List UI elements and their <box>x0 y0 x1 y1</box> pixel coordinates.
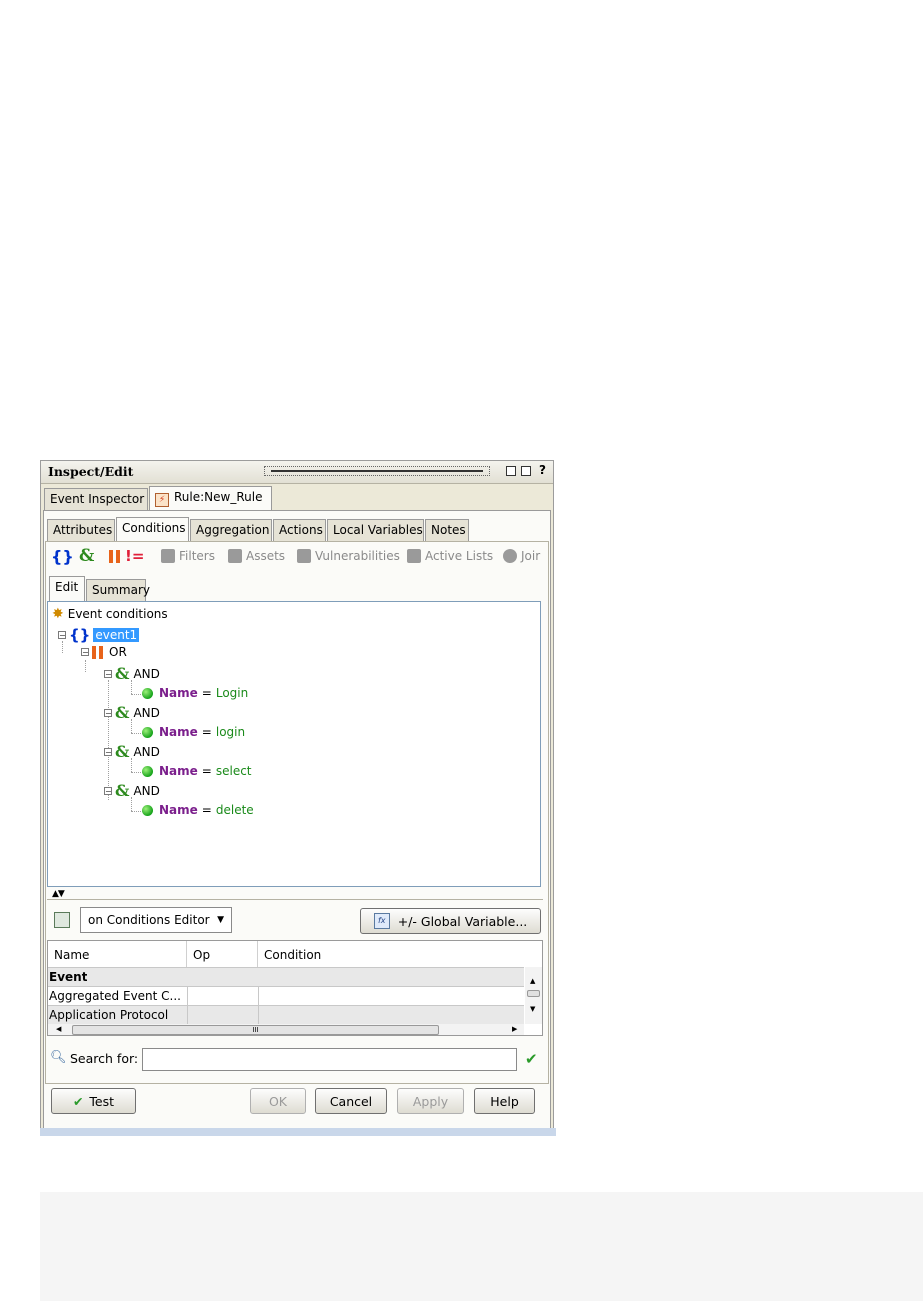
join-button[interactable]: Joir <box>503 549 540 563</box>
editor-select[interactable]: on Conditions Editor ▼ <box>80 907 232 933</box>
window-title: Inspect/Edit <box>48 464 134 479</box>
condition-icon <box>142 726 153 738</box>
restore-icon[interactable] <box>506 466 516 476</box>
global-variable-button[interactable]: fx +/- Global Variable... <box>360 908 541 934</box>
vulnerabilities-button[interactable]: Vulnerabilities <box>297 549 400 563</box>
condition-tree[interactable]: ✸ Event conditions − {} event1 − OR − & … <box>47 601 541 887</box>
horizontal-scrollbar[interactable]: ◀ III ▶ <box>48 1024 524 1035</box>
tree-node-condition[interactable]: Name = select <box>142 764 252 778</box>
scroll-up-icon[interactable]: ▲ <box>530 977 535 985</box>
tab-actions[interactable]: Actions <box>273 519 326 541</box>
add-event-button[interactable]: {} <box>51 547 74 566</box>
or-icon <box>92 645 104 659</box>
table-row[interactable]: Aggregated Event C... <box>48 986 524 1006</box>
tree-node-and[interactable]: − & AND <box>104 742 160 761</box>
collapse-icon[interactable]: − <box>81 648 89 657</box>
tree-node-and[interactable]: − & AND <box>104 664 160 683</box>
title-bar: Inspect/Edit ? <box>41 461 553 484</box>
asset-icon <box>228 549 242 563</box>
tree-node-condition[interactable]: Name = Login <box>142 686 248 700</box>
scroll-down-icon[interactable]: ▼ <box>530 1005 535 1013</box>
column-header-condition[interactable]: Condition <box>258 941 524 967</box>
cancel-button[interactable]: Cancel <box>315 1088 387 1114</box>
rule-icon: ⚡ <box>155 493 169 507</box>
window-bottom-border <box>40 1128 556 1136</box>
collapse-icon[interactable]: − <box>104 669 112 678</box>
tab-rule-new-rule[interactable]: ⚡ Rule:New_Rule <box>149 486 272 510</box>
collapse-icon[interactable]: − <box>104 747 112 756</box>
active-lists-button[interactable]: Active Lists <box>407 549 493 563</box>
tree-node-and[interactable]: − & AND <box>104 703 160 722</box>
tab-notes[interactable]: Notes <box>425 519 469 541</box>
function-icon: fx <box>373 913 390 929</box>
tree-root[interactable]: ✸ Event conditions <box>52 606 168 622</box>
fields-table[interactable]: Name Op Condition Event Aggregated Event… <box>47 940 543 1036</box>
tree-node-event[interactable]: − {} event1 <box>58 626 140 644</box>
tab-edit[interactable]: Edit <box>49 576 85 601</box>
condition-icon <box>142 804 153 816</box>
or-icon <box>109 550 121 563</box>
help-button[interactable]: Help <box>474 1088 535 1114</box>
tab-summary[interactable]: Summary <box>86 579 150 601</box>
filter-icon <box>161 549 175 563</box>
and-icon: & <box>115 703 130 722</box>
maximize-icon[interactable] <box>521 466 531 476</box>
filters-button[interactable]: Filters <box>161 549 215 563</box>
search-label: Search for: <box>70 1051 139 1066</box>
add-and-button[interactable]: & <box>79 546 94 566</box>
chevron-down-icon: ▼ <box>217 915 224 925</box>
tree-node-or[interactable]: − OR <box>81 645 127 659</box>
table-row[interactable]: Event <box>48 967 524 987</box>
collapse-icon[interactable]: − <box>104 708 112 717</box>
apply-button[interactable]: Apply <box>397 1088 464 1114</box>
scroll-right-icon[interactable]: ▶ <box>512 1025 517 1033</box>
event-label: event1 <box>93 628 140 642</box>
assets-button[interactable]: Assets <box>228 549 285 563</box>
condition-icon <box>142 765 153 777</box>
tab-event-inspector[interactable]: Event Inspector <box>44 488 148 510</box>
tab-attributes[interactable]: Attributes <box>47 519 115 541</box>
search-confirm-icon[interactable]: ✔ <box>525 1050 538 1068</box>
active-list-icon <box>407 549 421 563</box>
tab-conditions[interactable]: Conditions <box>116 517 189 541</box>
test-button[interactable]: ✔ Test <box>51 1088 136 1114</box>
vertical-scrollbar[interactable]: ▲ ▼ <box>525 967 542 1024</box>
and-icon: & <box>115 664 130 683</box>
search-input[interactable] <box>142 1048 517 1071</box>
condition-icon <box>142 687 153 699</box>
and-icon: & <box>115 742 130 761</box>
conditions-editor-icon <box>54 912 70 928</box>
event-brace-icon: {} <box>69 626 91 644</box>
search-icon: 🔍︎ <box>50 1050 67 1065</box>
column-header-name[interactable]: Name <box>48 941 187 967</box>
footer-band <box>40 1192 923 1301</box>
add-not-button[interactable]: != <box>125 547 144 565</box>
collapse-icon[interactable]: − <box>58 631 66 640</box>
collapse-icon[interactable]: − <box>104 786 112 795</box>
tab-local-variables[interactable]: Local Variables <box>327 519 424 541</box>
ok-button[interactable]: OK <box>250 1088 306 1114</box>
help-icon[interactable]: ? <box>539 463 546 477</box>
inspect-edit-window: Inspect/Edit ? Event Inspector ⚡ Rule:New… <box>40 460 554 1134</box>
opacity-slider[interactable] <box>264 466 490 476</box>
and-icon: & <box>115 781 130 800</box>
checkmark-icon: ✔ <box>72 1093 84 1109</box>
splitter[interactable] <box>47 899 543 900</box>
add-or-button[interactable] <box>109 550 126 563</box>
table-row[interactable]: Application Protocol <box>48 1005 524 1025</box>
scroll-left-icon[interactable]: ◀ <box>56 1025 61 1033</box>
scroll-thumb[interactable]: III <box>72 1025 439 1035</box>
tab-aggregation[interactable]: Aggregation <box>190 519 272 541</box>
vulnerability-icon <box>297 549 311 563</box>
splitter-arrows-icon[interactable]: ▲▼ <box>52 890 65 899</box>
scroll-thumb[interactable] <box>527 990 540 997</box>
column-header-op[interactable]: Op <box>187 941 258 967</box>
tree-node-and[interactable]: − & AND <box>104 781 160 800</box>
join-icon <box>503 549 517 563</box>
tree-node-condition[interactable]: Name = delete <box>142 803 254 817</box>
gear-icon: ✸ <box>52 606 64 622</box>
tree-node-condition[interactable]: Name = login <box>142 725 245 739</box>
